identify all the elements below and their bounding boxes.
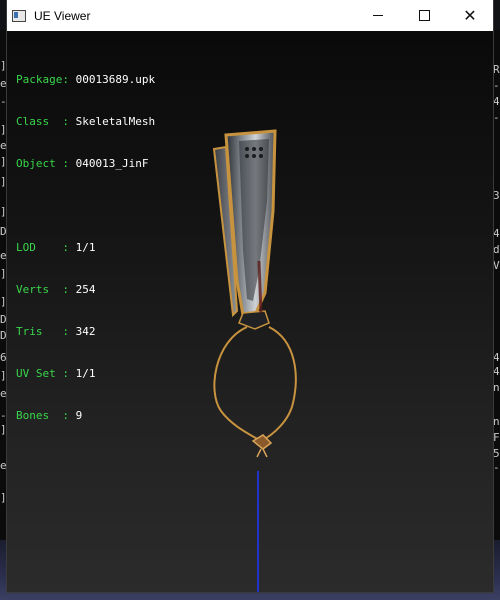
background-glyph: 4 bbox=[493, 351, 500, 364]
background-glyph: ] bbox=[0, 491, 7, 504]
background-glyph: F bbox=[493, 431, 500, 444]
background-glyph: ] bbox=[0, 123, 7, 136]
background-glyph: e bbox=[0, 77, 7, 90]
background-glyph: R bbox=[493, 63, 500, 76]
background-glyph: 6 bbox=[0, 351, 7, 364]
minimize-icon bbox=[373, 15, 383, 16]
background-glyph: - bbox=[493, 461, 500, 474]
background-glyph: ] bbox=[0, 175, 7, 188]
maximize-button[interactable] bbox=[401, 0, 447, 31]
background-glyph: e bbox=[0, 387, 7, 400]
background-glyph: 4 bbox=[493, 365, 500, 378]
background-glyph: D bbox=[0, 225, 7, 238]
hairpin-loop bbox=[213, 326, 297, 443]
background-glyph: - bbox=[493, 79, 500, 92]
background-glyph: ] bbox=[0, 155, 7, 168]
background-glyph: 5 bbox=[493, 447, 500, 460]
window-title: UE Viewer bbox=[34, 8, 91, 23]
background-glyph: d bbox=[493, 243, 500, 256]
close-icon: ✕ bbox=[463, 6, 477, 25]
background-glyph: n bbox=[493, 381, 500, 394]
hairpin-junction bbox=[238, 310, 270, 330]
background-glyph: - bbox=[0, 95, 7, 108]
title-bar[interactable]: UE Viewer ✕ bbox=[7, 0, 493, 31]
app-window-icon[interactable] bbox=[12, 9, 26, 22]
background-glyph: ] bbox=[0, 267, 7, 280]
background-glyph: ] bbox=[0, 423, 7, 436]
close-button[interactable]: ✕ bbox=[447, 0, 493, 31]
skeletal-mesh-render bbox=[212, 129, 297, 592]
background-glyph: 3 bbox=[493, 189, 500, 202]
background-glyph: e bbox=[0, 459, 7, 472]
background-glyph: e bbox=[0, 139, 7, 152]
minimize-button[interactable] bbox=[355, 0, 401, 31]
background-glyph: - bbox=[0, 409, 7, 422]
background-glyph: - bbox=[493, 111, 500, 124]
background-glyph: V bbox=[493, 259, 500, 272]
background-glyph: 4 bbox=[493, 227, 500, 240]
ue-viewer-window: UE Viewer ✕ Package: 00013689.upk Class … bbox=[7, 0, 493, 592]
background-glyph: ] bbox=[0, 59, 7, 72]
3d-viewport[interactable]: Package: 00013689.upk Class : SkeletalMe… bbox=[7, 31, 493, 592]
background-glyph: 4 bbox=[493, 95, 500, 108]
background-glyph: D bbox=[0, 329, 7, 342]
background-glyph: e bbox=[0, 249, 7, 262]
maximize-icon bbox=[418, 10, 430, 21]
window-controls: ✕ bbox=[355, 0, 493, 31]
background-glyph: ] bbox=[0, 369, 7, 382]
background-glyph: n bbox=[493, 415, 500, 428]
background-glyph: ] bbox=[0, 205, 7, 218]
background-glyph: D bbox=[0, 313, 7, 326]
background-glyph: ] bbox=[0, 295, 7, 308]
